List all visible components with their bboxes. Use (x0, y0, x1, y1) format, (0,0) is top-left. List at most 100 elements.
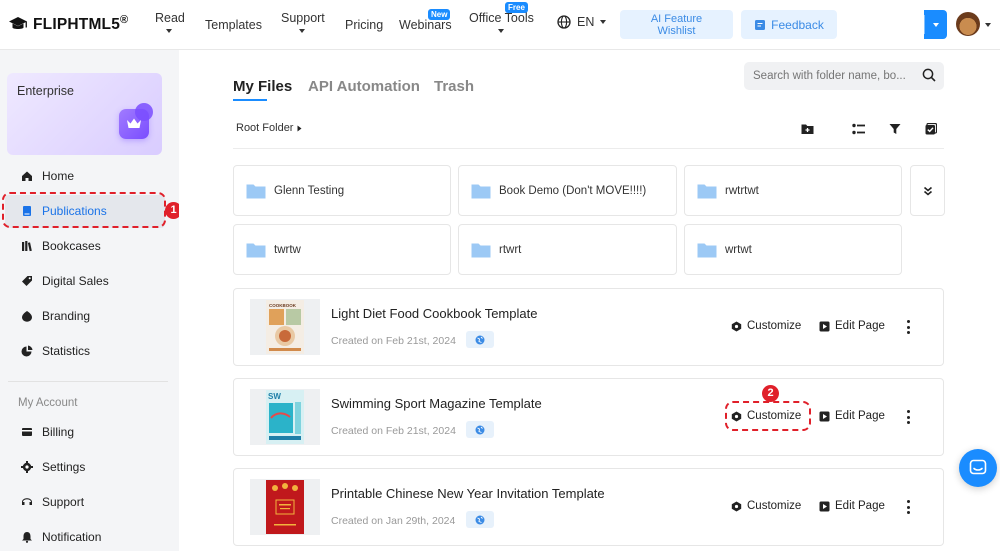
search-icon[interactable] (922, 68, 936, 82)
tag-icon (21, 275, 33, 287)
edit-page-button[interactable]: Edit Page (819, 500, 885, 512)
bell-icon (21, 531, 33, 543)
folder-item[interactable]: wrtwt (684, 224, 902, 275)
graduation-cap-icon (9, 17, 27, 30)
folder-item[interactable]: Glenn Testing (233, 165, 451, 216)
folder-icon (697, 184, 717, 199)
nav-pricing[interactable]: Pricing (345, 0, 385, 50)
plan-title: Enterprise (17, 84, 74, 98)
sidebar-item-digital-sales[interactable]: Digital Sales (0, 266, 178, 296)
sidebar-item-support[interactable]: Support (0, 487, 178, 517)
folder-item[interactable]: rtwrt (458, 224, 677, 275)
folder-name: Glenn Testing (274, 184, 345, 197)
nav-webinars[interactable]: New Webinars (399, 0, 452, 50)
publication-title[interactable]: Light Diet Food Cookbook Template (331, 306, 537, 321)
folder-icon (697, 243, 717, 258)
publication-card[interactable]: SW Swimming Sport Magazine Template Crea… (233, 378, 944, 456)
more-options-icon[interactable] (905, 410, 911, 424)
more-options-icon[interactable] (905, 500, 911, 514)
logo[interactable]: FLIPHTML5® (8, 14, 128, 34)
sidebar-item-branding[interactable]: Branding (0, 301, 178, 331)
ai-feature-wishlist-button[interactable]: AI Feature Wishlist (620, 10, 733, 39)
customize-icon (731, 321, 742, 331)
batch-select-button[interactable] (923, 121, 939, 137)
list-view-button[interactable] (850, 121, 866, 137)
tab-my-files[interactable]: My Files (233, 78, 292, 95)
chevron-down-icon[interactable] (985, 23, 991, 27)
main-panel: My Files API Automation Trash Root Folde… (179, 50, 1000, 551)
more-options-icon[interactable] (905, 320, 911, 334)
folder-icon (471, 243, 491, 258)
my-account-heading: My Account (18, 397, 78, 409)
public-status-badge[interactable] (466, 421, 494, 438)
nav-support[interactable]: Support (281, 0, 326, 50)
upload-dropdown[interactable] (925, 10, 947, 39)
nav-office-tools[interactable]: Free Office Tools (469, 0, 534, 50)
nav-templates[interactable]: Templates (205, 0, 265, 50)
active-tab-indicator (233, 99, 267, 101)
chat-support-button[interactable] (959, 449, 997, 487)
sidebar-item-home[interactable]: Home (0, 161, 178, 191)
folder-item[interactable]: rwtrtwt (684, 165, 902, 216)
public-status-badge[interactable] (466, 331, 494, 348)
sidebar-item-notification[interactable]: Notification (0, 522, 178, 551)
publication-date: Created on Feb 21st, 2024 (331, 425, 456, 437)
upload-button[interactable]: Upload (844, 10, 947, 39)
edit-page-button[interactable]: Edit Page (819, 410, 885, 422)
sidebar: Enterprise Home Publications Bookcases D… (0, 50, 182, 551)
chevron-down-icon (933, 23, 939, 27)
language-selector[interactable]: EN (557, 15, 607, 29)
sidebar-item-label: Home (42, 169, 75, 183)
folder-item[interactable]: Book Demo (Don't MOVE!!!!) (458, 165, 677, 216)
new-folder-button[interactable] (799, 121, 815, 137)
customize-button[interactable]: Customize (731, 500, 801, 512)
nav-templates-label: Templates (205, 18, 262, 32)
nav-office-tools-label: Office Tools (469, 11, 534, 25)
tab-api-automation[interactable]: API Automation (308, 78, 420, 95)
edit-page-button[interactable]: Edit Page (819, 320, 885, 332)
chat-icon (969, 459, 987, 475)
cloud-upload-icon (853, 19, 869, 31)
checkbox-icon (925, 123, 937, 135)
sidebar-item-bookcases[interactable]: Bookcases (0, 231, 178, 261)
publication-title[interactable]: Printable Chinese New Year Invitation Te… (331, 486, 605, 501)
sidebar-item-label: Support (42, 495, 85, 509)
folder-item[interactable]: twrtw (233, 224, 451, 275)
publication-card[interactable]: Printable Chinese New Year Invitation Te… (233, 468, 944, 546)
avatar[interactable] (956, 12, 980, 36)
enterprise-plan-card[interactable]: Enterprise (7, 73, 162, 155)
edit-page-label: Edit Page (835, 320, 885, 332)
chevron-down-icon (600, 20, 607, 24)
tab-trash[interactable]: Trash (434, 78, 474, 95)
expand-folders-button[interactable] (910, 165, 945, 216)
publication-thumbnail[interactable]: COOKBOOK (250, 299, 320, 355)
add-folder-icon (801, 124, 813, 134)
search-input[interactable] (744, 62, 944, 90)
publication-thumbnail[interactable]: SW (250, 389, 320, 445)
highlight-publications (2, 192, 166, 228)
publication-thumbnail[interactable] (250, 479, 320, 535)
bookcase-icon (21, 240, 33, 252)
sidebar-item-settings[interactable]: Settings (0, 452, 178, 482)
sidebar-item-statistics[interactable]: Statistics (0, 336, 178, 366)
nav-pricing-label: Pricing (345, 18, 384, 32)
public-status-badge[interactable] (466, 511, 494, 528)
pie-chart-icon (21, 345, 33, 357)
publication-card[interactable]: COOKBOOK Light Diet Food Cookbook Templa… (233, 288, 944, 366)
sidebar-item-billing[interactable]: Billing (0, 417, 178, 447)
feedback-button[interactable]: Feedback (741, 10, 837, 39)
top-header: FLIPHTML5® Read Templates Support Pricin… (0, 0, 1000, 50)
cover-label: COOKBOOK (269, 303, 297, 308)
nav-read[interactable]: Read (155, 0, 185, 50)
filter-button[interactable] (887, 121, 903, 137)
breadcrumb[interactable]: Root Folder (236, 122, 302, 134)
drop-icon (21, 310, 33, 322)
upload-main[interactable]: Upload (844, 10, 924, 39)
chevron-down-icon (166, 29, 172, 33)
play-square-icon (819, 411, 830, 421)
customize-button[interactable]: Customize (731, 320, 801, 332)
publication-title[interactable]: Swimming Sport Magazine Template (331, 396, 542, 411)
billing-icon (21, 426, 33, 438)
caret-right-icon (297, 125, 302, 131)
folder-icon (471, 184, 491, 199)
